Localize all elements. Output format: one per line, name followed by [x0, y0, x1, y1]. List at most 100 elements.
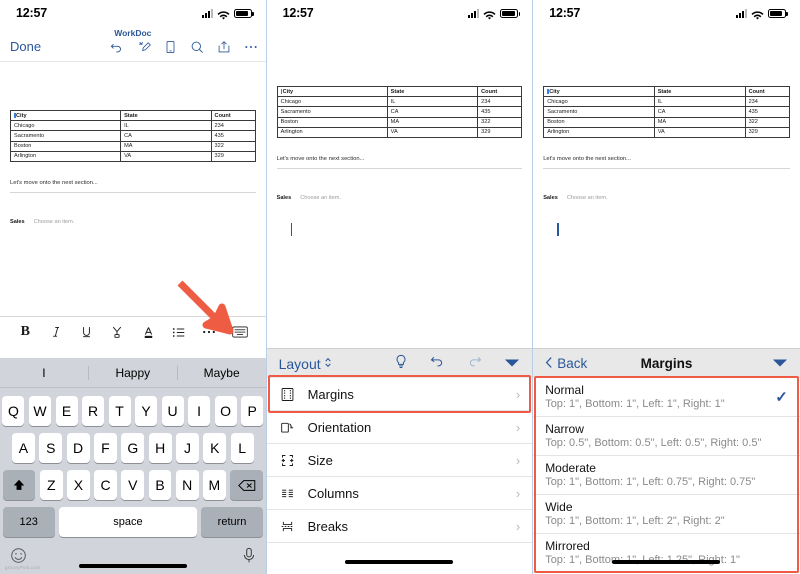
shift-icon[interactable]	[2, 470, 36, 500]
undo-icon[interactable]	[430, 354, 445, 373]
menu-item-orientation[interactable]: Orientation ›	[266, 411, 533, 444]
content-control-row[interactable]: Sales Choose an item.	[277, 195, 523, 201]
share-icon[interactable]	[217, 40, 231, 54]
key[interactable]: A	[12, 433, 35, 463]
key[interactable]: O	[214, 396, 237, 426]
key[interactable]: D	[66, 433, 90, 463]
document-body[interactable]: City State Count Chicago IL 234 Sacramen…	[0, 62, 266, 225]
document-paragraph: Let's move onto the next section...	[10, 179, 98, 186]
key[interactable]: S	[39, 433, 63, 463]
margins-header: Back Margins	[533, 348, 800, 378]
margin-option-narrow[interactable]: Narrow Top: 0.5", Bottom: 0.5", Left: 0.…	[533, 417, 800, 456]
key[interactable]: Q	[2, 396, 25, 426]
redo-icon[interactable]	[467, 354, 482, 373]
key[interactable]: I	[188, 396, 211, 426]
search-icon[interactable]	[190, 40, 204, 54]
margin-option-wide[interactable]: Wide Top: 1", Bottom: 1", Left: 2", Righ…	[533, 495, 800, 534]
content-control-row[interactable]: Sales Choose an item.	[10, 219, 256, 225]
key[interactable]: U	[161, 396, 184, 426]
document-body[interactable]: City State Count Chicago IL 234 Sacramen…	[533, 26, 800, 236]
menu-item-size[interactable]: Size ›	[266, 444, 533, 477]
cellular-signal-icon	[201, 8, 213, 18]
suggestion-item[interactable]: Maybe	[176, 365, 266, 380]
key[interactable]: X	[67, 470, 90, 500]
bold-icon[interactable]: B	[16, 324, 35, 340]
key[interactable]: K	[203, 433, 227, 463]
more-icon[interactable]	[244, 44, 258, 50]
font-color-icon[interactable]	[139, 325, 158, 340]
key[interactable]: C	[94, 470, 117, 500]
key[interactable]: L	[230, 433, 254, 463]
key[interactable]: R	[82, 396, 105, 426]
numbers-key[interactable]: 123	[2, 507, 55, 537]
key[interactable]: J	[176, 433, 199, 463]
key[interactable]: N	[175, 470, 199, 500]
table-row: Sacramento CA 435	[9, 130, 256, 142]
document-title: WorkDoc	[114, 28, 152, 38]
menu-item-breaks[interactable]: Breaks ›	[266, 510, 533, 543]
key[interactable]: W	[28, 396, 51, 426]
ribbon-tab-layout[interactable]: Layout	[279, 356, 332, 372]
key[interactable]: M	[203, 470, 226, 500]
tell-me-icon[interactable]	[394, 354, 408, 374]
menu-item-label: Orientation	[307, 419, 372, 435]
more-format-icon[interactable]	[200, 329, 219, 335]
key[interactable]: V	[121, 470, 145, 500]
format-toolbar: B	[0, 316, 266, 347]
document-body[interactable]: City State Count Chicago IL 234 Sacramen…	[266, 26, 533, 236]
key[interactable]: H	[148, 433, 172, 463]
ink-icon[interactable]	[137, 40, 151, 54]
highlight-icon[interactable]	[108, 325, 127, 340]
menu-item-margins[interactable]: Margins ›	[266, 378, 533, 411]
status-icons	[201, 8, 254, 20]
chevron-right-icon: ›	[515, 419, 521, 435]
bullet-list-icon[interactable]	[169, 326, 188, 339]
content-control-placeholder[interactable]: Choose an item.	[34, 219, 75, 225]
collapse-ribbon-icon[interactable]	[504, 355, 520, 373]
suggestion-item[interactable]: Happy	[87, 365, 177, 380]
margin-option-mirrored[interactable]: Mirrored Top: 1", Bottom: 1", Left: 1.25…	[533, 534, 800, 573]
ribbon-actions	[394, 354, 520, 374]
table-header-cell: State	[653, 85, 746, 98]
key[interactable]: G	[121, 433, 145, 463]
microphone-icon[interactable]	[242, 547, 256, 569]
key[interactable]: F	[94, 433, 117, 463]
collapse-ribbon-icon[interactable]	[772, 355, 788, 373]
margin-option-moderate[interactable]: Moderate Top: 1", Bottom: 1", Left: 0.75…	[533, 456, 800, 495]
content-control-row[interactable]: Sales Choose an item.	[543, 195, 790, 201]
content-control-placeholder[interactable]: Choose an item.	[567, 195, 608, 201]
panel-layout-ribbon: 12:57 City State Count Chicago IL 234 Sa…	[266, 0, 534, 574]
key[interactable]: Z	[39, 470, 63, 500]
option-title: Mirrored	[545, 539, 590, 553]
data-table[interactable]: City State Count Chicago IL 234 Sacramen…	[9, 109, 256, 162]
table-cell: 435	[477, 106, 523, 118]
italic-icon[interactable]	[47, 325, 66, 340]
home-indicator	[612, 560, 721, 564]
data-table[interactable]: City State Count Chicago IL 234 Sacramen…	[276, 85, 523, 138]
key[interactable]: P	[241, 396, 264, 426]
margin-option-normal[interactable]: Normal Top: 1", Bottom: 1", Left: 1", Ri…	[533, 378, 800, 417]
content-control-label: Sales	[543, 194, 558, 201]
table-row: Sacramento CA 435	[543, 106, 790, 118]
underline-icon[interactable]	[77, 325, 96, 340]
option-detail: Top: 1", Bottom: 1", Left: 1", Right: 1"	[545, 398, 725, 410]
backspace-icon[interactable]	[230, 470, 264, 500]
undo-icon[interactable]	[110, 40, 124, 54]
table-cell: VA	[120, 150, 212, 162]
done-button[interactable]: Done	[10, 39, 41, 54]
return-key[interactable]: return	[201, 507, 264, 537]
key[interactable]: B	[148, 470, 172, 500]
suggestion-item[interactable]: I	[0, 366, 88, 380]
hide-keyboard-icon[interactable]	[231, 326, 250, 338]
key[interactable]: T	[108, 396, 131, 426]
mobile-view-icon[interactable]	[164, 40, 177, 54]
menu-item-columns[interactable]: Columns ›	[266, 477, 533, 510]
space-key[interactable]: space	[59, 507, 197, 537]
key[interactable]: Y	[135, 396, 158, 426]
key[interactable]: E	[55, 396, 78, 426]
battery-icon	[233, 8, 254, 18]
content-control-placeholder[interactable]: Choose an item.	[300, 195, 341, 201]
columns-icon	[279, 486, 296, 501]
data-table[interactable]: City State Count Chicago IL 234 Sacramen…	[543, 85, 790, 138]
table-cell: Arlington	[543, 126, 655, 138]
